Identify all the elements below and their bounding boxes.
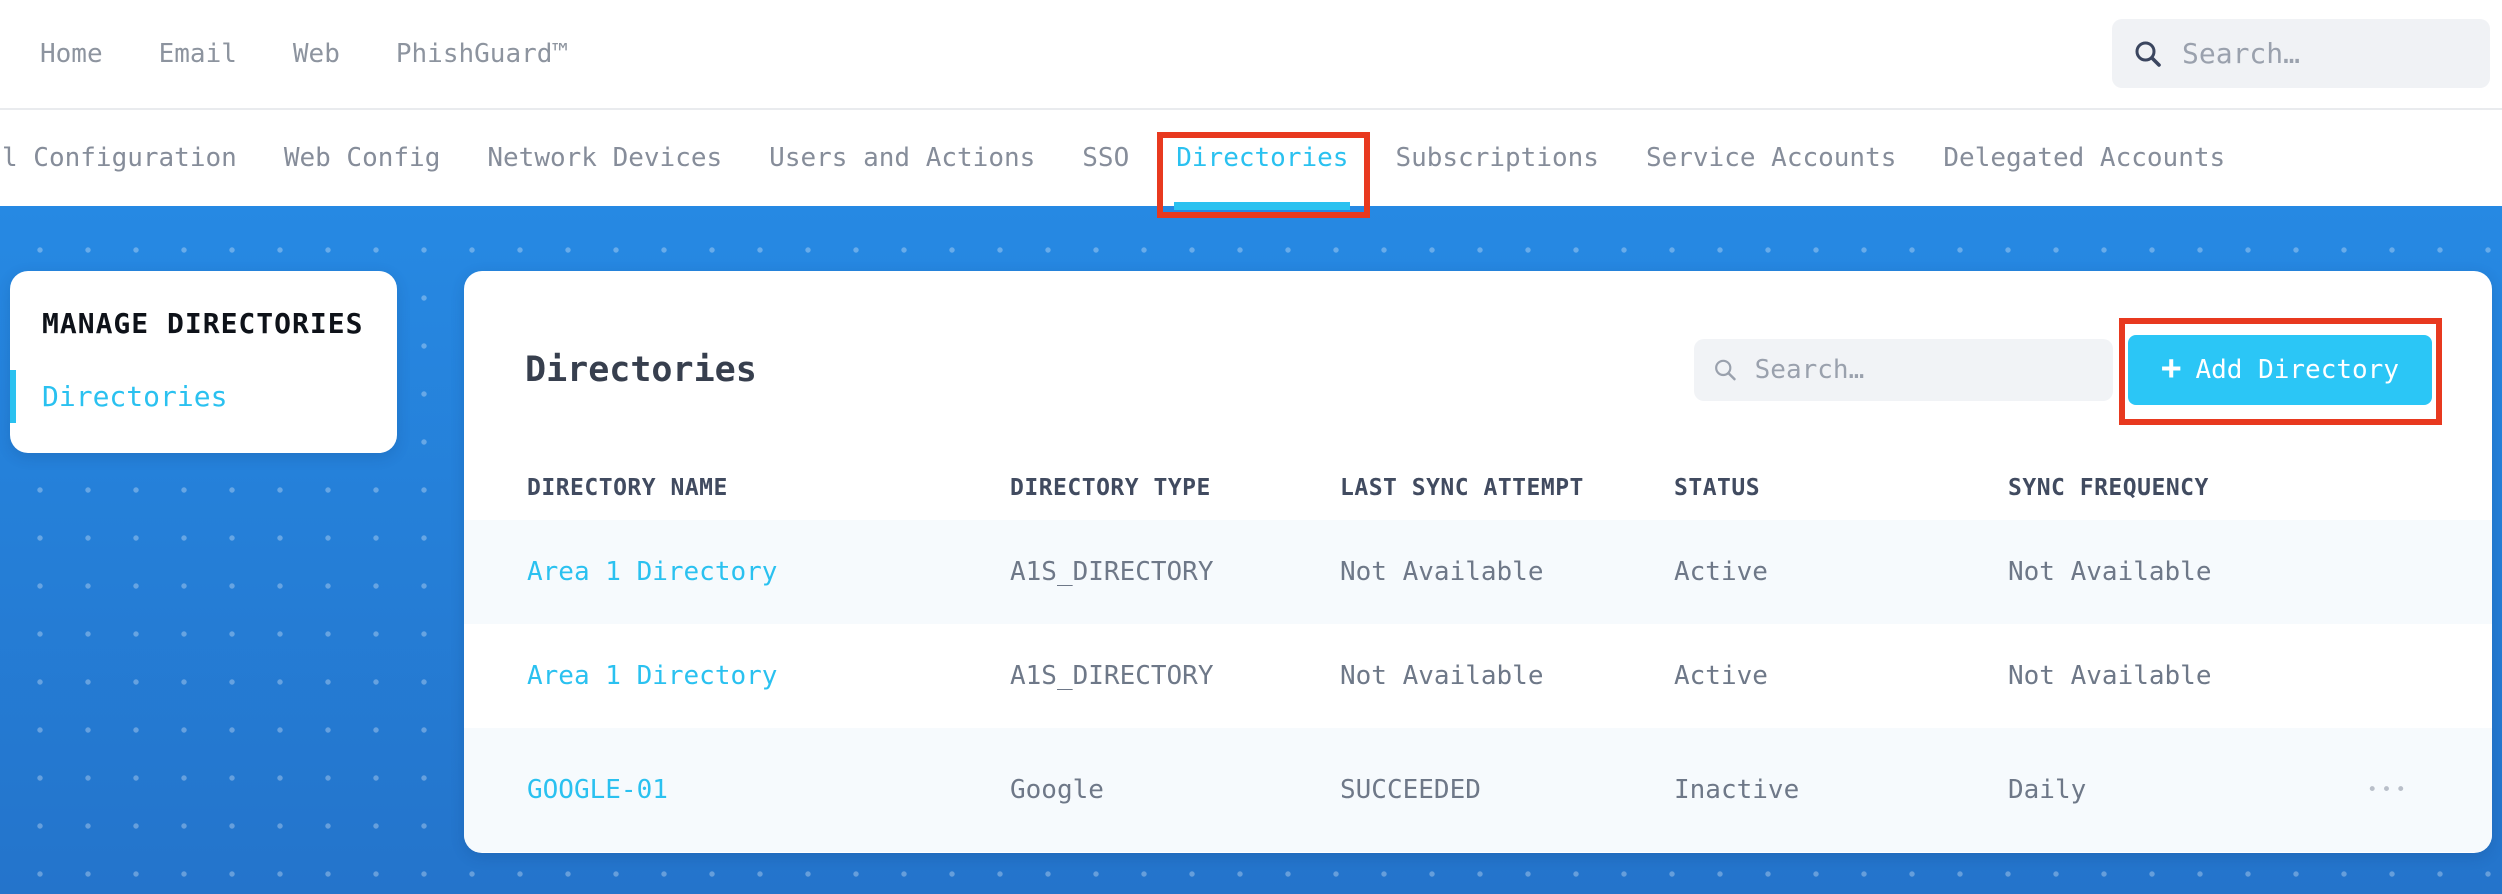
directories-search-box[interactable]	[1694, 339, 2113, 401]
nav-item-email[interactable]: Email	[159, 39, 237, 69]
last-sync-cell: Not Available	[1340, 557, 1544, 587]
directories-panel: Directories + Add Directory	[464, 271, 2492, 853]
top-navigation-bar: Home Email Web PhishGuard™	[0, 0, 2502, 110]
col-header-directory-type: DIRECTORY TYPE	[1010, 474, 1211, 501]
nav-item-phishguard[interactable]: PhishGuard™	[396, 39, 568, 69]
row-actions-menu-icon[interactable]: •••	[2367, 780, 2410, 800]
table-row: GOOGLE-01 Google SUCCEEDED Inactive Dail…	[464, 728, 2492, 852]
tab-directories-label: Directories	[1176, 143, 1349, 173]
directories-search-input[interactable]	[1754, 355, 2095, 385]
tab-email-configuration[interactable]: l Configuration	[2, 110, 237, 206]
tab-subscriptions[interactable]: Subscriptions	[1395, 110, 1599, 206]
sync-frequency-cell: Not Available	[2008, 557, 2212, 587]
tab-delegated-accounts[interactable]: Delegated Accounts	[1943, 110, 2225, 206]
directory-type-cell: A1S_DIRECTORY	[1010, 557, 1214, 587]
add-directory-wrap: + Add Directory	[2119, 318, 2442, 425]
status-cell: Active	[1674, 557, 1768, 587]
nav-item-web[interactable]: Web	[293, 39, 340, 69]
status-cell: Active	[1674, 661, 1768, 691]
directory-name-link[interactable]: Area 1 Directory	[527, 557, 1010, 587]
sync-frequency-cell: Daily	[2008, 775, 2087, 805]
tab-network-devices[interactable]: Network Devices	[487, 110, 722, 206]
last-sync-cell: Not Available	[1340, 661, 1544, 691]
last-sync-cell: SUCCEEDED	[1340, 775, 1481, 805]
settings-tab-bar: l Configuration Web Config Network Devic…	[0, 110, 2502, 218]
col-header-status: STATUS	[1674, 474, 1761, 501]
sidebar-item-directories[interactable]: Directories	[10, 370, 228, 423]
sidebar-item-label: Directories	[42, 380, 228, 413]
workspace-background: MANAGE DIRECTORIES Directories Directori…	[0, 206, 2502, 894]
col-header-directory-name: DIRECTORY NAME	[527, 474, 728, 501]
table-header-row: DIRECTORY NAME DIRECTORY TYPE LAST SYNC …	[464, 455, 2492, 520]
tab-sso[interactable]: SSO	[1082, 110, 1129, 206]
tab-users-and-actions[interactable]: Users and Actions	[769, 110, 1035, 206]
directories-table: DIRECTORY NAME DIRECTORY TYPE LAST SYNC …	[464, 455, 2492, 852]
add-directory-label: Add Directory	[2195, 355, 2399, 385]
search-icon	[1715, 359, 1736, 381]
table-row: Area 1 Directory A1S_DIRECTORY Not Avail…	[464, 624, 2492, 728]
search-icon	[2135, 41, 2161, 67]
sync-frequency-cell: Not Available	[2008, 661, 2212, 691]
status-cell: Inactive	[1674, 775, 1800, 805]
panel-header-actions: + Add Directory	[1694, 318, 2442, 425]
directory-type-cell: Google	[1010, 775, 1104, 805]
plus-icon: +	[2161, 348, 2182, 388]
manage-directories-card: MANAGE DIRECTORIES Directories	[10, 271, 397, 453]
table-row: Area 1 Directory A1S_DIRECTORY Not Avail…	[464, 520, 2492, 624]
active-item-indicator	[10, 370, 16, 423]
directory-type-cell: A1S_DIRECTORY	[1010, 661, 1214, 691]
app-window: Home Email Web PhishGuard™ l Configurati…	[0, 0, 2502, 894]
global-search-input[interactable]	[2182, 37, 2470, 70]
tab-web-config[interactable]: Web Config	[284, 110, 441, 206]
add-directory-button[interactable]: + Add Directory	[2128, 335, 2432, 405]
col-header-sync-frequency: SYNC FREQUENCY	[2008, 474, 2209, 501]
global-search-box[interactable]	[2112, 19, 2490, 88]
panel-header: Directories + Add Directory	[464, 271, 2492, 455]
active-tab-underline	[1174, 202, 1351, 210]
page-title: Directories	[525, 350, 757, 390]
directory-name-link[interactable]: Area 1 Directory	[527, 661, 1010, 691]
top-nav-items: Home Email Web PhishGuard™	[0, 39, 568, 69]
nav-item-home[interactable]: Home	[40, 39, 103, 69]
sidebar-title: MANAGE DIRECTORIES	[42, 307, 364, 340]
tab-service-accounts[interactable]: Service Accounts	[1646, 110, 1896, 206]
directory-name-link[interactable]: GOOGLE-01	[527, 775, 1010, 805]
col-header-last-sync: LAST SYNC ATTEMPT	[1340, 474, 1584, 501]
tab-directories[interactable]: Directories	[1157, 110, 1371, 218]
